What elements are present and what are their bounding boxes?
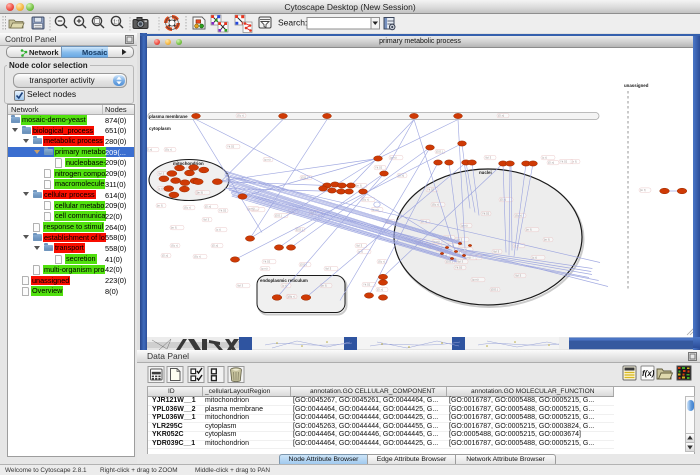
svg-text:(p.m): (p.m) <box>472 277 479 281</box>
svg-text:(c t): (c t) <box>216 227 221 231</box>
svg-text:endoplasmic reticulum: endoplasmic reticulum <box>260 278 308 283</box>
svg-text:Search:: Search: <box>278 18 307 28</box>
svg-text:plasma membrane: plasma membrane <box>149 114 188 119</box>
svg-text:(Sc r): (Sc r) <box>432 202 439 206</box>
svg-text:(p.m): (p.m) <box>261 266 268 270</box>
svg-text:(Sc r): (Sc r) <box>171 243 178 247</box>
svg-text:[m f]: [m f] <box>171 225 177 229</box>
svg-text:Yk 02: Yk 02 <box>363 282 371 286</box>
svg-text:Ypl 3: Ypl 3 <box>457 259 464 263</box>
svg-text:[m f]: [m f] <box>544 237 550 241</box>
svg-text:[G.n]: [G.n] <box>548 160 554 164</box>
svg-text:(p.m): (p.m) <box>264 157 271 161</box>
svg-text:Yk 02: Yk 02 <box>455 265 463 269</box>
svg-text:Yk 02: Yk 02 <box>482 211 490 215</box>
svg-text:(Sc r): (Sc r) <box>515 213 522 217</box>
svg-text:f(x): f(x) <box>642 369 655 378</box>
svg-text:Ypl 3: Ypl 3 <box>325 266 332 270</box>
svg-text:cytoplasm: cytoplasm <box>149 126 171 131</box>
svg-text:Yk 02: Yk 02 <box>560 159 568 163</box>
svg-text:(p.m): (p.m) <box>461 223 468 227</box>
svg-text:[G.n]: [G.n] <box>377 287 383 291</box>
svg-text:Ypl 3: Ypl 3 <box>356 243 363 247</box>
svg-text:[m f]: [m f] <box>197 190 203 194</box>
svg-text:1:1: 1:1 <box>113 20 120 26</box>
svg-text:Ypl 3: Ypl 3 <box>485 155 492 159</box>
svg-text:[G.n]: [G.n] <box>162 253 168 257</box>
svg-text:(Sc r): (Sc r) <box>288 294 295 298</box>
svg-text:[m f]: [m f] <box>640 188 646 192</box>
svg-text:[G.n]: [G.n] <box>498 113 504 117</box>
svg-text:Yk 02: Yk 02 <box>263 259 271 263</box>
svg-text:Yk 02: Yk 02 <box>227 144 235 148</box>
svg-text:Ypl 3: Ypl 3 <box>493 249 500 253</box>
svg-text:(Sc r): (Sc r) <box>184 205 191 209</box>
svg-text:Ypl 3: Ypl 3 <box>158 171 165 175</box>
svg-text:[G.n]: [G.n] <box>212 243 218 247</box>
svg-text:[GO.]: [GO.] <box>436 149 443 153</box>
svg-text:Yk 02: Yk 02 <box>375 165 383 169</box>
svg-text:[G.n]: [G.n] <box>205 204 211 208</box>
svg-text:[m f]: [m f] <box>526 227 532 231</box>
svg-text:(Sc r): (Sc r) <box>237 113 244 117</box>
svg-text:unassigned: unassigned <box>624 83 649 88</box>
svg-text:(c t): (c t) <box>158 186 163 190</box>
svg-text:[GO.]: [GO.] <box>275 213 282 217</box>
svg-text:(c t): (c t) <box>532 255 537 259</box>
svg-text:(Sc r): (Sc r) <box>165 147 172 151</box>
svg-text:(Sc r): (Sc r) <box>194 254 201 258</box>
svg-text:[G.n]: [G.n] <box>500 197 506 201</box>
svg-text:[GO.]: [GO.] <box>491 287 498 291</box>
svg-text:Ypl 3: Ypl 3 <box>237 283 244 287</box>
svg-text:(c t): (c t) <box>542 155 547 159</box>
svg-text:(Sc r): (Sc r) <box>378 259 385 263</box>
svg-text:[G.n]: [G.n] <box>147 147 152 151</box>
svg-text:Ypl 3: Ypl 3 <box>515 273 522 277</box>
svg-text:[m f]: [m f] <box>356 183 362 187</box>
svg-text:(p.m): (p.m) <box>248 206 255 210</box>
svg-text:Yk 02: Yk 02 <box>427 187 435 191</box>
svg-text:[m f]: [m f] <box>157 203 163 207</box>
svg-text:nuclei: nuclei <box>479 170 492 175</box>
svg-text:Yk 02: Yk 02 <box>219 208 227 212</box>
svg-text:Ypl 3: Ypl 3 <box>203 217 210 221</box>
